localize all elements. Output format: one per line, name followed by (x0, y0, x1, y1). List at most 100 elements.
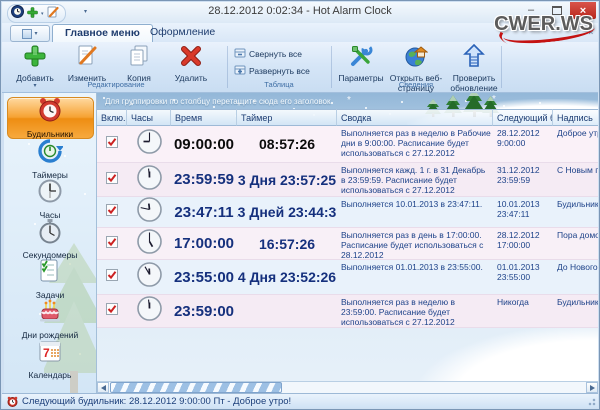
alarm-caption: С Новым годом (557, 165, 598, 175)
app-window: ▾ ▾ 28.12.2012 0:02:34 - Hot Alarm Clock… (0, 0, 600, 410)
enabled-checkbox[interactable] (106, 302, 118, 320)
group-by-hint: Для группировки по столбцу перетащите сю… (105, 97, 331, 106)
sidebar-item-timer[interactable]: Таймеры (8, 139, 93, 179)
next-alarm-cell: Никогда (493, 295, 553, 327)
timer-cell: 4 Дня 23:52:26 (237, 260, 337, 294)
table-row[interactable]: 23:55:004 Дня 23:52:26Выполняется 01.01.… (97, 260, 598, 295)
status-bar: Следующий будильник: 28.12.2012 9:00:00 … (2, 393, 598, 408)
alarm-time: 17:00:00 (174, 235, 234, 252)
enabled-cell (97, 260, 127, 294)
alarm-summary: Выполняется раз в неделю в Рабочие дни в… (341, 128, 491, 158)
alarm-status-icon (7, 396, 18, 407)
sidebar-item-clock[interactable]: Часы (8, 179, 93, 219)
enabled-cell (97, 295, 127, 327)
enabled-cell (97, 163, 127, 196)
next-alarm-cell: 28.12.2012 17:00:00 (493, 228, 553, 259)
timer-cell: 3 Дня 23:57:25 (237, 163, 337, 196)
copy-icon (127, 44, 151, 73)
summary-cell: Выполняется кажд. 1 г. в 31 Декабрь в 23… (337, 163, 493, 196)
table-row[interactable]: 09:00:0008:57:26Выполняется раз в неделю… (97, 126, 598, 163)
ribbon-button-expand[interactable]: Развернуть все (234, 64, 310, 78)
column-header-2[interactable]: Время (171, 109, 237, 126)
time-cell: 17:00:00 (171, 228, 237, 259)
sidebar-item-label: Календарь (29, 370, 72, 380)
add-icon (23, 44, 47, 73)
collapse-icon (234, 47, 246, 61)
ribbon-group-caption: Сведения (334, 80, 498, 91)
enabled-checkbox[interactable] (106, 235, 118, 253)
enabled-checkbox[interactable] (106, 171, 118, 189)
next-alarm-date: 10.01.2013 23:47:11 (497, 199, 551, 219)
snowflake-icon: * (347, 95, 351, 106)
sidebar-item-tasks[interactable]: Задачи (8, 259, 93, 299)
clock-cell (127, 295, 171, 327)
caption-cell: Будильник (553, 197, 598, 227)
group-separator (331, 46, 332, 88)
alarm-countdown: 13 Дней 23:44:37 (237, 204, 337, 220)
column-header-0[interactable]: Вклю... (97, 109, 127, 126)
column-header-5[interactable]: Следующий б... (493, 109, 553, 126)
alarm-countdown: 4 Дня 23:52:26 (238, 269, 336, 285)
enabled-checkbox[interactable] (106, 135, 118, 153)
group-separator (501, 46, 502, 88)
svg-text:7: 7 (43, 346, 50, 360)
row-clock-icon (136, 228, 163, 259)
ribbon: Добавить▾ИзменитьКопияУдалитьРедактирова… (2, 42, 598, 93)
next-alarm-status: Следующий будильник: 28.12.2012 9:00:00 … (22, 396, 291, 407)
row-clock-icon (136, 295, 163, 327)
clock-cell (127, 260, 171, 294)
alarm-icon (37, 97, 63, 128)
caption-cell: Пора домой (553, 228, 598, 259)
alarm-countdown: 3 Дня 23:57:25 (238, 172, 336, 188)
tab-appearance[interactable]: Оформление (138, 24, 227, 41)
scrollbar-thumb[interactable] (110, 382, 282, 393)
scroll-right-arrow[interactable] (586, 382, 598, 393)
summary-cell: Выполняется раз в неделю в 23:59:00. Рас… (337, 295, 493, 327)
web-icon (404, 44, 428, 73)
alarm-caption: Будильник (557, 297, 598, 307)
column-header-1[interactable]: Часы (127, 109, 171, 126)
sidebar-item-alarm[interactable]: Будильники (7, 97, 94, 139)
timer-cell: 16:57:26 (237, 228, 337, 259)
alarm-time: 23:47:11 (174, 204, 233, 221)
time-cell: 09:00:00 (171, 126, 237, 162)
ribbon-button-copy[interactable]: Копия (114, 44, 164, 84)
row-clock-icon (136, 197, 163, 227)
time-cell: 23:59:00 (171, 295, 237, 327)
sidebar-item-stopwatch[interactable]: Секундомеры (8, 219, 93, 259)
row-clock-icon (136, 164, 163, 196)
ribbon-button-settings[interactable]: Параметры (336, 44, 386, 84)
column-header-6[interactable]: Надпись (553, 109, 598, 126)
edit-icon (75, 44, 99, 73)
sidebar-item-calendar[interactable]: 7 Календарь (8, 339, 93, 379)
delete-icon (179, 44, 203, 73)
ribbon-group-caption: Редактирование (8, 80, 224, 91)
column-header-3[interactable]: Таймер (237, 109, 337, 126)
table-header: Вклю...ЧасыВремяТаймерСводкаСледующий б.… (97, 109, 598, 126)
table-row[interactable]: 23:59:00 Выполняется раз в неделю в 23:59… (97, 295, 598, 328)
horizontal-scrollbar[interactable] (97, 381, 598, 393)
table-row[interactable]: 23:47:1113 Дней 23:44:37Выполняется 10.0… (97, 197, 598, 228)
scroll-left-arrow[interactable] (97, 382, 109, 393)
alarm-caption: Будильник (557, 199, 598, 209)
next-alarm-date: 01.01.2013 23:55:00 (497, 262, 551, 282)
chevron-down-icon: ▾ (34, 30, 37, 37)
table-row[interactable]: 23:59:593 Дня 23:57:25Выполняется кажд. … (97, 163, 598, 197)
enabled-checkbox[interactable] (106, 268, 118, 286)
table-row[interactable]: 17:00:0016:57:26Выполняется раз в день в… (97, 228, 598, 260)
resize-grip[interactable] (586, 396, 596, 406)
next-alarm-cell: 01.01.2013 23:55:00 (493, 260, 553, 294)
enabled-cell (97, 197, 127, 227)
application-menu-button[interactable]: ▾ (10, 25, 50, 42)
summary-cell: Выполняется 01.01.2013 в 23:55:00. (337, 260, 493, 294)
timer-cell: 13 Дней 23:44:37 (237, 197, 337, 227)
ribbon-button-delete[interactable]: Удалить (166, 44, 216, 84)
ribbon-button-edit[interactable]: Изменить (62, 44, 112, 84)
ribbon-button-collapse[interactable]: Свернуть все (234, 47, 302, 61)
ribbon-button-label: Свернуть все (249, 49, 302, 59)
enabled-checkbox[interactable] (106, 203, 118, 221)
next-alarm-date: 31.12.2012 23:59:59 (497, 165, 551, 185)
sidebar-item-birthday[interactable]: Дни рождений (8, 299, 93, 339)
summary-cell: Выполняется 10.01.2013 в 23:47:11. (337, 197, 493, 227)
column-header-4[interactable]: Сводка (337, 109, 493, 126)
